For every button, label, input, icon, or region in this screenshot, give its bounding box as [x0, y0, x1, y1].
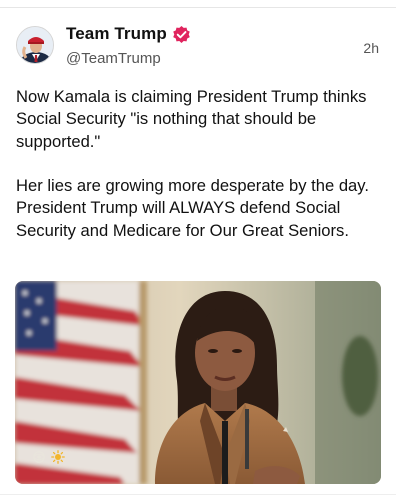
- post-text: Now Kamala is claiming President Trump t…: [16, 86, 380, 242]
- author-name-row: Team Trump: [66, 24, 191, 44]
- author-handle[interactable]: @TeamTrump: [66, 50, 161, 67]
- top-divider: [0, 7, 396, 8]
- sun-icon: [51, 450, 65, 464]
- video-overlay-icons: [33, 450, 65, 464]
- video-still-image: [15, 281, 381, 484]
- avatar-image: [17, 27, 53, 63]
- post-timestamp[interactable]: 2h: [363, 40, 379, 56]
- post-paragraph: Now Kamala is claiming President Trump t…: [16, 87, 367, 151]
- author-display-name[interactable]: Team Trump: [66, 24, 167, 44]
- post-media-video[interactable]: [15, 281, 381, 484]
- bottom-divider: [0, 494, 396, 495]
- avatar[interactable]: [16, 26, 54, 64]
- post-paragraph: Her lies are growing more desperate by t…: [16, 176, 369, 240]
- cbs-eye-icon: [33, 451, 45, 463]
- verified-check-icon: [172, 25, 191, 44]
